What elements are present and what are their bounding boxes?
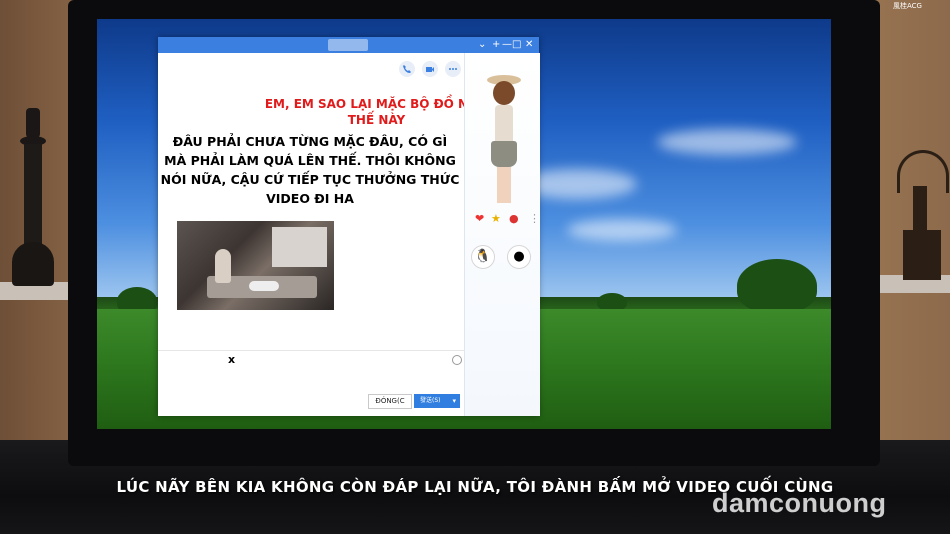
side-more-icon[interactable]: ⋮ (529, 213, 540, 225)
collapse-icon[interactable]: ⌄ (478, 38, 486, 52)
avatar-show-figure (483, 73, 523, 213)
close-button[interactable]: ĐÓNG(C (368, 394, 412, 409)
deer-figure (893, 150, 949, 280)
chevron-down-icon[interactable]: ▾ (452, 394, 456, 408)
message-input-area[interactable]: x ĐÓNG(C 發送(S) ▾ (158, 350, 464, 417)
message-input-text[interactable]: x (228, 353, 235, 366)
logo-text: 風桂ACG (893, 2, 922, 10)
phone-icon[interactable] (399, 61, 415, 77)
message-red: EM, EM SAO LẠI MẶC BỘ ĐỒ NHƯ THẾ NÀY (264, 97, 489, 127)
video-thumbnail[interactable] (177, 221, 334, 310)
message-black: ĐÂU PHẢI CHƯA TỪNG MẶC ĐÂU, CÓ GÌ MÀ PHẢ… (160, 134, 460, 206)
star-icon[interactable]: ★ (491, 213, 501, 225)
chat-titlebar[interactable]: ⌄ + — □ ✕ (158, 37, 539, 53)
watermark: damconuong (712, 488, 887, 518)
friend-avatar-icon[interactable]: 🐧 (471, 245, 495, 269)
chat-window: ⌄ + — □ ✕ EM, EM SAO LẠI MẶC BỘ ĐỒ NHƯ T… (158, 37, 540, 417)
send-button[interactable]: 發送(S) ▾ (414, 394, 460, 408)
maximize-icon[interactable]: □ (512, 38, 521, 52)
minimize-icon[interactable]: — (502, 38, 512, 52)
add-icon[interactable]: + (492, 38, 500, 52)
contact-name-blurred (328, 39, 368, 51)
send-button-label: 發送(S) (420, 397, 441, 404)
chess-king-figure (8, 108, 58, 286)
heart-icon[interactable]: ❤ (475, 213, 484, 225)
self-avatar-icon[interactable]: ● (507, 245, 531, 269)
close-icon[interactable]: ✕ (525, 38, 533, 52)
chat-sidebar: ❤ ★ ● ⋮ 🐧 ● (464, 53, 540, 416)
history-clock-icon[interactable] (452, 355, 462, 365)
more-icon[interactable] (445, 61, 461, 77)
bag-icon[interactable]: ● (509, 213, 519, 225)
video-camera-icon[interactable] (422, 61, 438, 77)
